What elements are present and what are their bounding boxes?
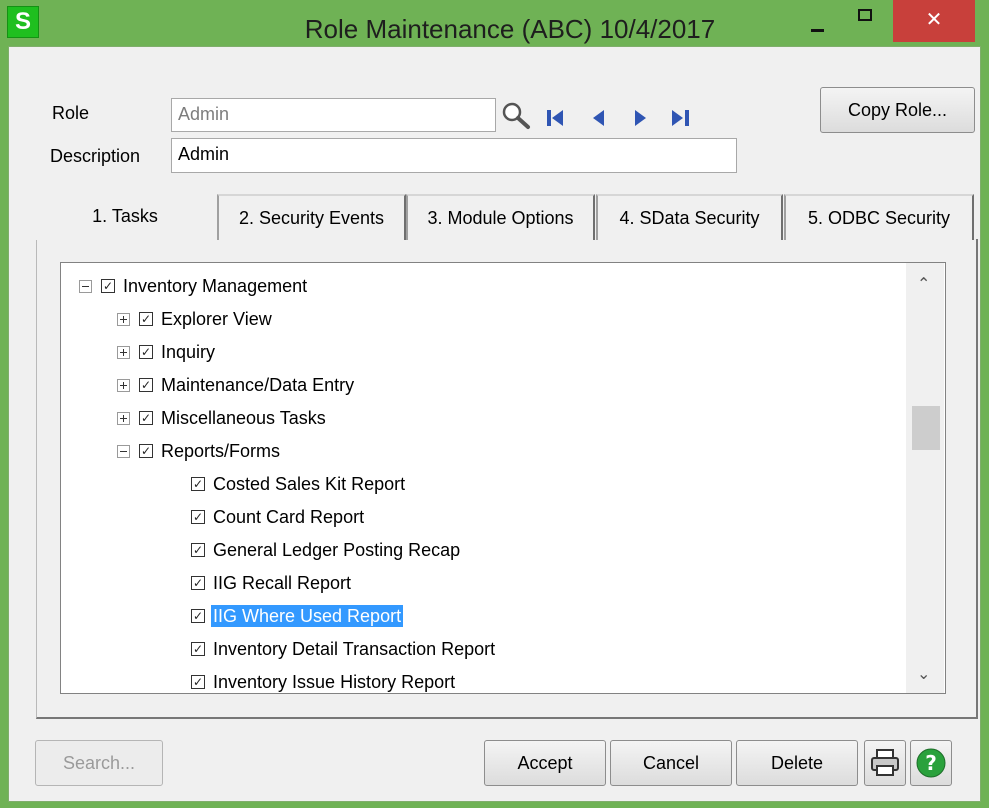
copy-role-button[interactable]: Copy Role...	[820, 87, 975, 133]
checkbox[interactable]: ✓	[101, 279, 115, 293]
scroll-up-icon[interactable]: ⌃	[917, 274, 930, 293]
tree-item-label: Reports/Forms	[161, 441, 281, 461]
help-icon: ?	[916, 748, 946, 778]
tab-security-events-label: 2. Security Events	[238, 208, 385, 228]
vertical-scrollbar[interactable]	[906, 263, 944, 693]
tree-item-inventory-management[interactable]: ✓ Inventory Management	[61, 271, 901, 301]
first-record-icon[interactable]	[545, 108, 567, 128]
description-label: Description	[50, 146, 141, 166]
tree-item-inventory-issue-history-report[interactable]: ✓ Inventory Issue History Report	[61, 667, 901, 693]
tree-item-inquiry[interactable]: ✓ Inquiry	[61, 337, 901, 367]
search-button[interactable]: Search...	[35, 740, 163, 786]
tree-item-label-selected: IIG Where Used Report	[211, 605, 404, 627]
checkbox[interactable]: ✓	[191, 576, 205, 590]
checkbox[interactable]: ✓	[191, 477, 205, 491]
scrollbar-thumb[interactable]	[912, 406, 940, 450]
tab-sdata-security[interactable]: 4. SData Security	[596, 194, 783, 240]
last-record-icon[interactable]	[670, 108, 692, 128]
tree-item-iig-where-used-report[interactable]: ✓ IIG Where Used Report	[61, 601, 901, 631]
tree-item-label: Inventory Detail Transaction Report	[213, 639, 496, 659]
checkbox[interactable]: ✓	[191, 609, 205, 623]
printer-icon	[871, 749, 899, 776]
checkbox[interactable]: ✓	[139, 444, 153, 458]
expand-icon[interactable]	[117, 379, 130, 392]
tree-item-label: IIG Recall Report	[213, 573, 352, 593]
tree-item-general-ledger-posting-recap[interactable]: ✓ General Ledger Posting Recap	[61, 535, 901, 565]
tab-module-options[interactable]: 3. Module Options	[406, 194, 595, 240]
tree-item-iig-recall-report[interactable]: ✓ IIG Recall Report	[61, 568, 901, 598]
collapse-icon[interactable]	[117, 445, 130, 458]
tab-odbc-security-label: 5. ODBC Security	[807, 208, 951, 228]
tree-item-reports-forms[interactable]: ✓ Reports/Forms	[61, 436, 901, 466]
sage-app-icon[interactable]: S	[7, 6, 39, 38]
tree-item-inventory-detail-transaction-report[interactable]: ✓ Inventory Detail Transaction Report	[61, 634, 901, 664]
checkbox[interactable]: ✓	[191, 510, 205, 524]
tree-item-label: Costed Sales Kit Report	[213, 474, 406, 494]
tree-item-label: Inquiry	[161, 342, 216, 362]
checkbox[interactable]: ✓	[191, 543, 205, 557]
tab-tasks[interactable]: 1. Tasks	[36, 194, 214, 240]
accept-button[interactable]: Accept	[484, 740, 606, 786]
maximize-icon	[858, 9, 872, 21]
tree-item-label: Inventory Issue History Report	[213, 672, 456, 692]
tab-tasks-label: 1. Tasks	[92, 206, 158, 226]
window-title: Role Maintenance (ABC) 10/4/2017	[304, 14, 716, 44]
cancel-button[interactable]: Cancel	[610, 740, 732, 786]
print-button[interactable]	[864, 740, 906, 786]
tab-odbc-security[interactable]: 5. ODBC Security	[784, 194, 974, 240]
role-label: Role	[52, 103, 90, 123]
tree-item-maintenance-data-entry[interactable]: ✓ Maintenance/Data Entry	[61, 370, 901, 400]
expand-icon[interactable]	[117, 412, 130, 425]
previous-record-icon[interactable]	[590, 108, 606, 128]
checkbox[interactable]: ✓	[191, 675, 205, 689]
delete-button[interactable]: Delete	[736, 740, 858, 786]
help-button[interactable]: ?	[910, 740, 952, 786]
close-button[interactable]: ✕	[893, 0, 975, 42]
scroll-down-icon[interactable]: ⌄	[917, 664, 930, 683]
minimize-icon	[811, 29, 824, 32]
checkbox[interactable]: ✓	[139, 312, 153, 326]
role-maintenance-window: S Role Maintenance (ABC) 10/4/2017 ✕ Rol…	[0, 0, 989, 808]
minimize-button[interactable]	[796, 0, 836, 42]
tree-item-label: Miscellaneous Tasks	[161, 408, 326, 428]
next-record-icon[interactable]	[633, 108, 649, 128]
tree-item-miscellaneous-tasks[interactable]: ✓ Miscellaneous Tasks	[61, 403, 901, 433]
magnifier-icon[interactable]	[500, 100, 532, 130]
task-tree[interactable]: ✓ Inventory Management ✓ Explorer View ✓…	[60, 262, 946, 694]
tree-item-label: Explorer View	[161, 309, 272, 329]
tree-item-costed-sales-kit-report[interactable]: ✓ Costed Sales Kit Report	[61, 469, 901, 499]
checkbox[interactable]: ✓	[191, 642, 205, 656]
tree-item-label: Maintenance/Data Entry	[161, 375, 355, 395]
checkbox[interactable]: ✓	[139, 411, 153, 425]
description-field[interactable]: Admin	[171, 138, 737, 173]
tab-sdata-security-label: 4. SData Security	[619, 208, 760, 228]
checkbox[interactable]: ✓	[139, 345, 153, 359]
expand-icon[interactable]	[117, 346, 130, 359]
tab-module-options-label: 3. Module Options	[427, 208, 574, 228]
tree-item-explorer-view[interactable]: ✓ Explorer View	[61, 304, 901, 334]
tree-item-label: General Ledger Posting Recap	[213, 540, 461, 560]
tab-security-events[interactable]: 2. Security Events	[217, 194, 406, 240]
collapse-icon[interactable]	[79, 280, 92, 293]
tree-item-count-card-report[interactable]: ✓ Count Card Report	[61, 502, 901, 532]
tree-item-label: Count Card Report	[213, 507, 365, 527]
maximize-button[interactable]	[846, 0, 886, 42]
tree-item-label: Inventory Management	[123, 276, 308, 296]
svg-text:?: ?	[925, 751, 937, 775]
expand-icon[interactable]	[117, 313, 130, 326]
checkbox[interactable]: ✓	[139, 378, 153, 392]
role-field[interactable]: Admin	[171, 98, 496, 132]
